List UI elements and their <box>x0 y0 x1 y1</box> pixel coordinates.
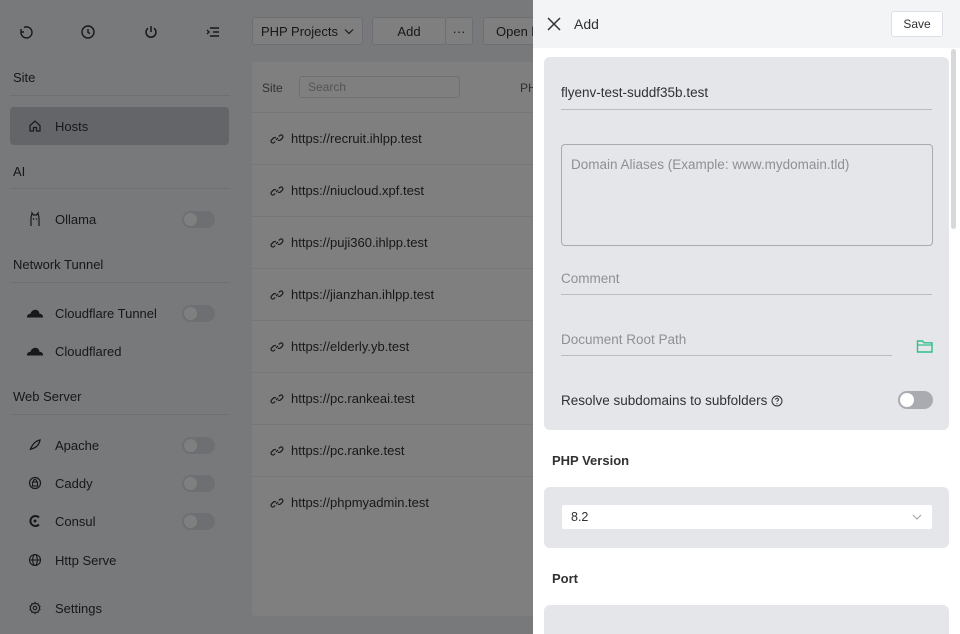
chevron-down-icon <box>912 514 922 520</box>
drawer-header: Add Save <box>533 0 960 48</box>
close-icon[interactable] <box>545 15 563 33</box>
domain-aliases-textarea[interactable]: Domain Aliases (Example: www.mydomain.tl… <box>561 144 933 246</box>
input-underline <box>561 294 932 295</box>
input-underline <box>561 355 892 356</box>
resolve-subdomains-toggle[interactable] <box>898 391 933 409</box>
php-version-card: 8.2 <box>544 487 949 548</box>
php-version-value: 8.2 <box>571 510 589 524</box>
php-version-section-title: PHP Version <box>552 453 630 468</box>
php-version-select[interactable]: 8.2 <box>561 504 933 530</box>
document-root-input[interactable]: Document Root Path <box>561 332 686 347</box>
folder-open-icon[interactable] <box>916 338 934 354</box>
input-underline <box>561 109 932 110</box>
help-circle-icon[interactable] <box>771 395 783 407</box>
drawer-scrollbar[interactable] <box>951 49 956 229</box>
resolve-subdomains-text: Resolve subdomains to subfolders <box>561 393 768 408</box>
add-host-drawer: Add Save flyenv-test-suddf35b.test Domai… <box>533 0 960 634</box>
save-button[interactable]: Save <box>891 11 943 37</box>
port-section-title: Port <box>552 571 578 586</box>
port-card <box>544 605 949 634</box>
host-name-input[interactable]: flyenv-test-suddf35b.test <box>561 85 708 100</box>
host-settings-card: flyenv-test-suddf35b.test Domain Aliases… <box>544 57 949 430</box>
drawer-title: Add <box>574 16 599 32</box>
comment-input[interactable]: Comment <box>561 271 620 286</box>
resolve-subdomains-label: Resolve subdomains to subfolders <box>561 393 783 408</box>
